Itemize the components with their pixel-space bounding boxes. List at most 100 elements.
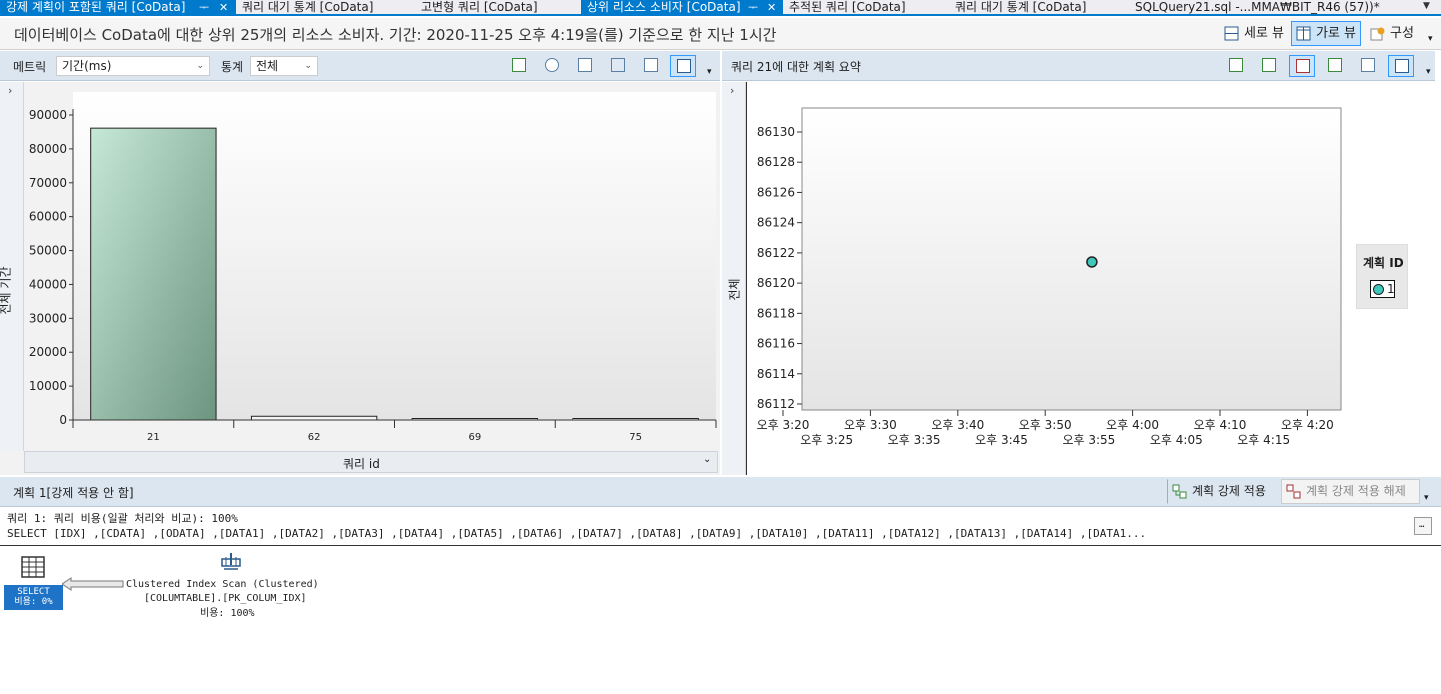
legend-marker-icon xyxy=(1373,284,1384,295)
y-tick-label: 86120 xyxy=(757,276,795,290)
statistic-label: 통계 xyxy=(221,60,244,74)
tab-label: 강제 계획이 포함된 쿼리 [CoData] xyxy=(6,0,186,14)
legend-title: 계획 ID xyxy=(1363,256,1404,270)
statistic-select[interactable]: 전체 ⌄ xyxy=(250,56,318,76)
x-tick-label: 오후 3:20 xyxy=(757,418,810,432)
query-sql-line: SELECT [IDX] ,[CDATA] ,[ODATA] ,[DATA1] … xyxy=(7,527,1147,540)
x-axis-label: 쿼리 id xyxy=(343,457,380,471)
tab-query-wait-stats-2[interactable]: 쿼리 대기 통계 [CoData] xyxy=(949,0,1129,16)
pin-icon[interactable]: ᅮ xyxy=(748,0,758,15)
compare-plans-icon[interactable] xyxy=(1322,55,1348,77)
configure-icon xyxy=(1370,27,1385,41)
x-tick-label: 오후 3:45 xyxy=(975,433,1028,447)
chevron-right-icon: › xyxy=(730,84,735,97)
resource-consumers-chart: › 0 10000 20000 30000 40000 50000 60000 70000 80… xyxy=(0,82,720,475)
force-plan-label: 계획 강제 적용 xyxy=(1192,484,1266,498)
tab-tracked-queries[interactable]: 추적된 쿼리 [CoData] xyxy=(783,0,949,16)
x-tick-label: 오후 3:55 xyxy=(1062,433,1115,447)
statistic-value: 전체 xyxy=(256,59,279,73)
x-tick-label: 오후 3:35 xyxy=(888,433,941,447)
clustered-index-scan-icon[interactable] xyxy=(219,551,243,573)
execution-plan-area: SELECT 비용: 0% Clustered Index Scan (Clus… xyxy=(0,547,1441,694)
metric-value: 기간(ms) xyxy=(62,59,112,73)
x-tick-label: 오후 4:00 xyxy=(1106,418,1159,432)
y-tick-label: 86118 xyxy=(757,306,795,320)
x-tick-label: 오후 3:30 xyxy=(844,418,897,432)
tab-top-resource-consumers[interactable]: 상위 리소스 소비자 [CoData] ᅮ ✕ xyxy=(581,0,783,16)
close-icon[interactable]: ✕ xyxy=(767,0,776,15)
x-tick-label: 21 xyxy=(147,432,160,443)
show-more-button[interactable]: … xyxy=(1414,517,1432,535)
y-tick-label: 90000 xyxy=(29,108,67,122)
grid-detail-icon[interactable] xyxy=(638,55,664,77)
tab-regressed-queries[interactable]: 고변형 쿼리 [CoData] xyxy=(415,0,581,16)
tab-sqlquery21[interactable]: SQLQuery21.sql -...MMA₩BIT_R46 (57))* xyxy=(1129,0,1419,16)
chart-view-icon[interactable] xyxy=(1388,55,1414,77)
vertical-view-icon xyxy=(1224,26,1239,41)
y-tick-label: 80000 xyxy=(29,142,67,156)
y-tick-label: 40000 xyxy=(29,277,67,291)
plot-area xyxy=(801,107,1342,411)
select-operator-label: SELECT xyxy=(17,587,50,597)
y-tick-label: 30000 xyxy=(29,311,67,325)
select-operator[interactable]: SELECT 비용: 0% xyxy=(4,585,63,610)
toolbar-overflow-icon[interactable]: ▾ xyxy=(1424,493,1429,503)
scan-operator-object: [COLUMTABLE].[PK_COLUM_IDX] xyxy=(144,593,307,604)
document-tab-strip: 강제 계획이 포함된 쿼리 [CoData] ᅮ ✕ 쿼리 대기 통계 [CoD… xyxy=(0,0,1441,16)
scan-operator-label[interactable]: Clustered Index Scan (Clustered) xyxy=(126,579,319,590)
tab-label: 고변형 쿼리 [CoData] xyxy=(421,0,538,14)
horizontal-view-button[interactable]: 가로 뷰 xyxy=(1291,21,1361,46)
unforce-plan-icon xyxy=(1286,484,1301,499)
legend-item[interactable]: 1 xyxy=(1370,280,1395,298)
configure-label: 구성 xyxy=(1390,26,1414,41)
y-tick-label: 10000 xyxy=(29,379,67,393)
toolbar-overflow-icon[interactable]: ▾ xyxy=(707,67,712,77)
legend: 계획 ID 1 xyxy=(1356,244,1408,309)
x-tick-label: 69 xyxy=(469,432,482,443)
y-tick-label: 86124 xyxy=(757,216,795,230)
left-pane-toolbar: 메트릭 기간(ms) ⌄ 통계 전체 ⌄ ▾ xyxy=(0,51,720,81)
unforce-plan-label: 계획 강제 적용 해제 xyxy=(1306,484,1406,498)
refresh-icon[interactable] xyxy=(506,55,532,77)
select-operator-icon[interactable] xyxy=(21,556,45,578)
grid-view-icon[interactable] xyxy=(1355,55,1381,77)
bar-21 xyxy=(90,127,217,421)
tab-overflow-icon[interactable]: ▼ xyxy=(1423,1,1430,11)
chart-view-icon[interactable] xyxy=(670,55,696,77)
view-plan-icon[interactable] xyxy=(572,55,598,77)
close-icon[interactable]: ✕ xyxy=(219,0,228,15)
y-tick-label: 86130 xyxy=(757,125,795,139)
y-tick-label: 86128 xyxy=(757,155,795,169)
toolbar-overflow-icon[interactable]: ▾ xyxy=(1426,67,1431,77)
metric-select[interactable]: 기간(ms) ⌄ xyxy=(56,56,210,76)
y-tick-label: 86122 xyxy=(757,246,795,260)
pin-icon[interactable]: ᅮ xyxy=(199,0,209,15)
x-axis-selector[interactable]: 쿼리 id ⌄ xyxy=(24,451,718,473)
plan-summary-title: 쿼리 21에 대한 계획 요약 xyxy=(731,60,861,74)
y-tick-label: 86116 xyxy=(757,337,795,351)
header-scroll-icon[interactable]: ▾ xyxy=(1428,34,1433,44)
force-plan-icon[interactable] xyxy=(1256,55,1282,77)
query-text-area[interactable]: 쿼리 1: 쿼리 비용(일괄 처리와 비교): 100% SELECT [IDX… xyxy=(0,508,1441,546)
configure-button[interactable]: 구성 xyxy=(1365,21,1423,46)
y-tick-label: 70000 xyxy=(29,176,67,190)
tab-forced-plan-queries[interactable]: 강제 계획이 포함된 쿼리 [CoData] ᅮ ✕ xyxy=(0,0,236,16)
refresh-icon[interactable] xyxy=(1223,55,1249,77)
track-query-icon[interactable] xyxy=(539,55,565,77)
scan-operator-cost: 비용: 100% xyxy=(200,608,255,619)
grid-view-icon[interactable] xyxy=(605,55,631,77)
vertical-view-button[interactable]: 세로 뷰 xyxy=(1219,21,1287,46)
report-header: 데이터베이스 CoData에 대한 상위 25개의 리소스 소비자. 기간: 2… xyxy=(0,18,1441,50)
x-tick-label: 62 xyxy=(308,432,321,443)
x-tick-label: 오후 4:20 xyxy=(1281,418,1334,432)
force-plan-button[interactable]: 계획 강제 적용 xyxy=(1167,479,1279,504)
vertical-view-label: 세로 뷰 xyxy=(1244,26,1285,41)
x-tick-label: 75 xyxy=(629,432,642,443)
right-pane-toolbar: 쿼리 21에 대한 계획 요약 ▾ xyxy=(722,51,1435,81)
page-title: 데이터베이스 CoData에 대한 상위 25개의 리소스 소비자. 기간: 2… xyxy=(14,26,777,44)
horizontal-view-icon xyxy=(1296,26,1311,41)
x-tick-label: 오후 4:15 xyxy=(1237,433,1290,447)
chevron-down-icon: ⌄ xyxy=(304,61,312,71)
unforce-plan-icon[interactable] xyxy=(1289,55,1315,77)
tab-query-wait-stats[interactable]: 쿼리 대기 통계 [CoData] xyxy=(236,0,412,16)
